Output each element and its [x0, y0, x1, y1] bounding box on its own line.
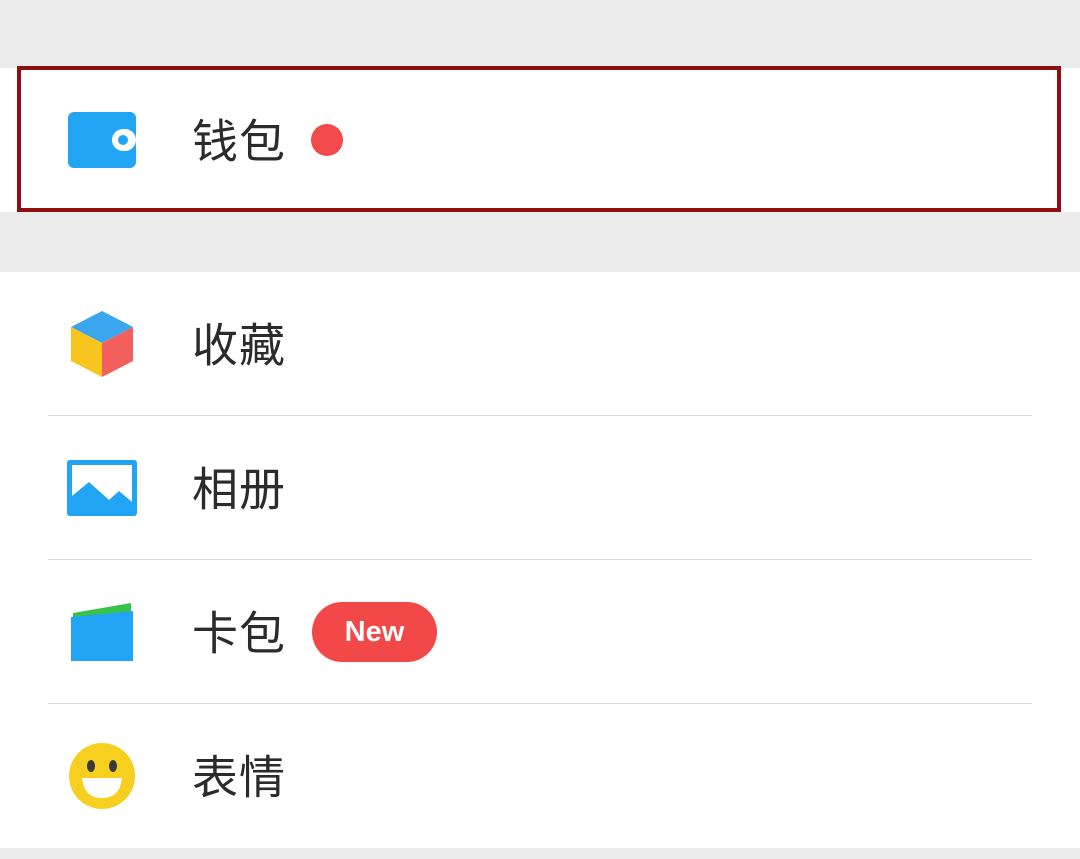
menu-row-stickers[interactable]: 表情	[0, 704, 1080, 848]
favorites-cube-icon	[66, 308, 138, 380]
wallet-label: 钱包	[192, 114, 286, 169]
notification-dot	[311, 124, 343, 156]
menu-row-album[interactable]: 相册	[0, 416, 1080, 560]
stickers-label: 表情	[192, 750, 286, 805]
wallet-card: 钱包	[0, 68, 1080, 212]
top-spacer	[0, 0, 1080, 68]
new-badge: New	[312, 602, 437, 662]
me-menu-screen: 钱包 收藏 相册 卡包 New 表情	[0, 0, 1080, 859]
smiley-face-icon	[66, 740, 138, 812]
menu-row-card-wallet[interactable]: 卡包 New	[0, 560, 1080, 704]
card-wallet-label: 卡包	[192, 606, 286, 661]
menu-group-card: 收藏 相册 卡包 New 表情	[0, 272, 1080, 848]
photo-album-icon	[66, 452, 138, 524]
bottom-spacer	[0, 848, 1080, 859]
favorites-label: 收藏	[192, 318, 286, 373]
menu-row-wallet[interactable]: 钱包	[0, 68, 1080, 212]
wallet-icon	[66, 104, 138, 176]
menu-row-favorites[interactable]: 收藏	[0, 272, 1080, 416]
card-wallet-icon	[66, 596, 138, 668]
album-label: 相册	[192, 462, 286, 517]
